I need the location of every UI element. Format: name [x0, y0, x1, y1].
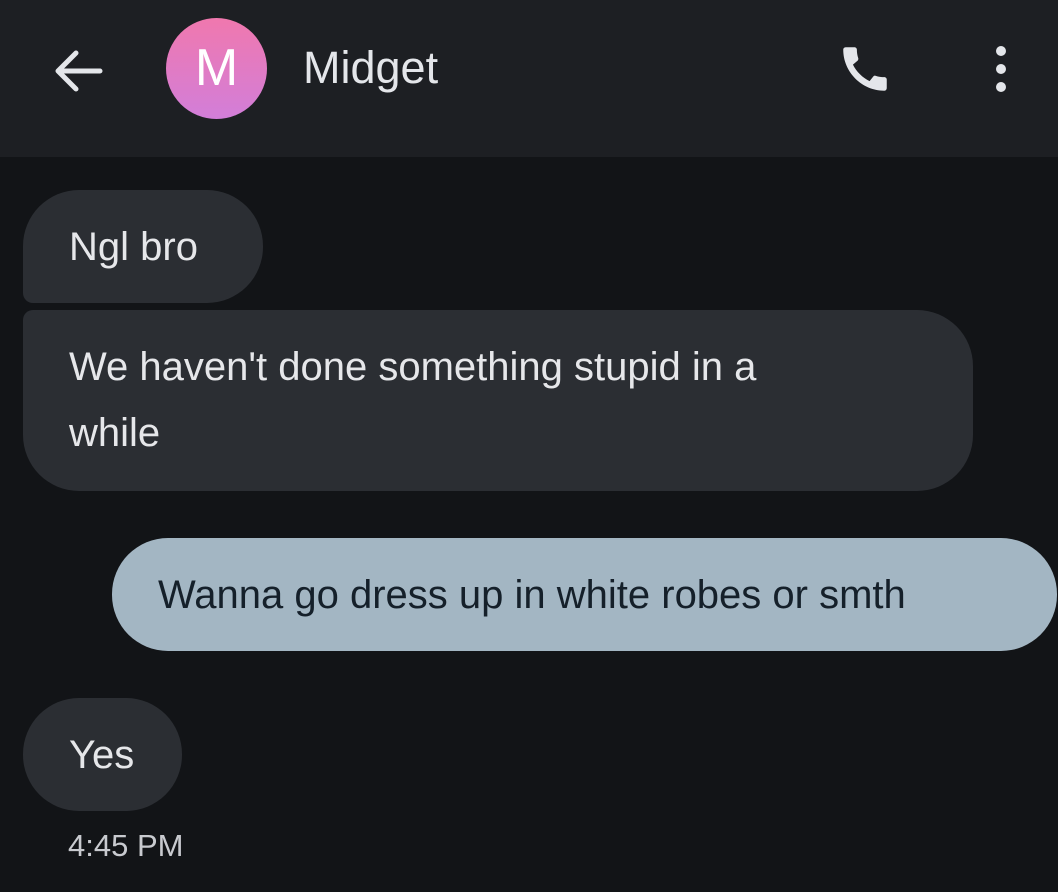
more-vert-icon: [996, 46, 1006, 92]
message-bubble-incoming[interactable]: We haven't done something stupid in a wh…: [23, 310, 973, 491]
message-bubble-incoming[interactable]: Ngl bro: [23, 190, 263, 303]
call-button[interactable]: [836, 40, 894, 98]
back-button[interactable]: [50, 42, 108, 100]
avatar[interactable]: M: [166, 18, 267, 119]
contact-name[interactable]: Midget: [303, 38, 438, 98]
more-options-button[interactable]: [980, 40, 1022, 98]
message-timestamp: 4:45 PM: [68, 828, 184, 863]
message-bubble-incoming[interactable]: Yes: [23, 698, 182, 811]
message-bubble-outgoing[interactable]: Wanna go dress up in white robes or smth: [112, 538, 1057, 651]
app-bar: M Midget: [0, 0, 1058, 157]
phone-icon: [843, 47, 887, 91]
back-arrow-icon: [55, 50, 103, 92]
